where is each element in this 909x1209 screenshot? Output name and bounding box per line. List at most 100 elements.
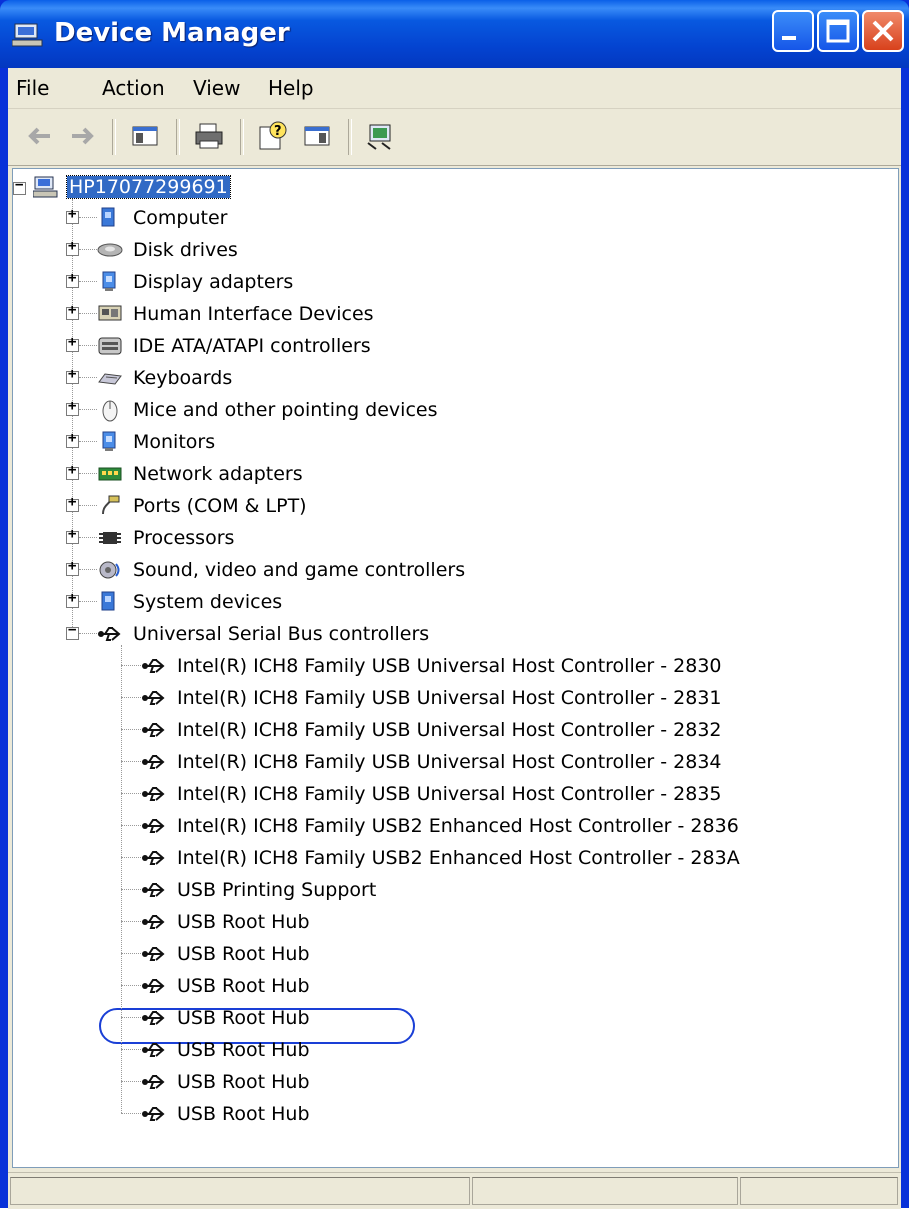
usb-device-item[interactable]: USB Root Hub: [141, 1035, 312, 1065]
menu-file[interactable]: File: [16, 76, 49, 100]
tree-line: [121, 889, 141, 890]
tree-category-processor[interactable]: Processors: [97, 523, 236, 553]
category-label: Network adapters: [133, 463, 303, 485]
tree-line: [121, 793, 141, 794]
usb-device-item[interactable]: USB Root Hub: [141, 1067, 312, 1097]
expand-toggle-system-device[interactable]: +: [66, 590, 79, 608]
toolbar: ?: [8, 109, 901, 166]
svg-text:?: ?: [274, 124, 282, 139]
tree-category-usb[interactable]: Universal Serial Bus controllers: [97, 619, 431, 649]
system-device-icon: [101, 591, 115, 611]
category-label: Processors: [133, 527, 235, 549]
device-label: USB Root Hub: [177, 1007, 310, 1029]
device-label: Intel(R) ICH8 Family USB Universal Host …: [177, 751, 722, 773]
toolbar-separator: [112, 119, 116, 155]
close-icon: [872, 20, 894, 42]
close-button[interactable]: [862, 10, 904, 52]
device-label: USB Root Hub: [177, 975, 310, 997]
category-label: Human Interface Devices: [133, 303, 374, 325]
tree-category-display-adapter[interactable]: Display adapters: [97, 267, 295, 297]
tree-category-ide-controller[interactable]: IDE ATA/ATAPI controllers: [97, 331, 373, 361]
usb-icon: [142, 723, 165, 737]
toolbar-separator: [240, 119, 244, 155]
expand-toggle-disk-drive[interactable]: +: [66, 238, 79, 256]
tree-line: [121, 645, 122, 1113]
expand-toggle-network-adapter[interactable]: +: [66, 462, 79, 480]
usb-device-item[interactable]: Intel(R) ICH8 Family USB Universal Host …: [141, 747, 724, 777]
menu-view[interactable]: View: [193, 76, 240, 100]
expand-toggle-computer[interactable]: +: [66, 206, 79, 224]
device-label: USB Root Hub: [177, 1103, 310, 1125]
tree-category-keyboard[interactable]: Keyboards: [97, 363, 234, 393]
category-label: System devices: [133, 591, 283, 613]
tree-line: [79, 537, 97, 538]
tree-category-disk-drive[interactable]: Disk drives: [97, 235, 240, 265]
device-label: USB Root Hub: [177, 1039, 310, 1061]
menu-action[interactable]: Action: [102, 76, 165, 100]
tree-category-system-device[interactable]: System devices: [97, 587, 284, 617]
print-icon[interactable]: [192, 119, 226, 153]
port-icon: [102, 495, 120, 515]
title-bar[interactable]: Device Manager: [0, 0, 909, 68]
tree-category-network-adapter[interactable]: Network adapters: [97, 459, 305, 489]
usb-device-item[interactable]: Intel(R) ICH8 Family USB Universal Host …: [141, 715, 724, 745]
usb-device-item[interactable]: USB Root Hub: [141, 1099, 312, 1129]
device-tree-pane[interactable]: − HP17077299691 + Computer + Disk drives + Di…: [12, 168, 899, 1168]
show-hide-console-tree-icon[interactable]: [128, 119, 162, 153]
usb-icon: [142, 755, 165, 769]
usb-device-item[interactable]: USB Root Hub: [141, 971, 312, 1001]
status-cell-tertiary: [740, 1177, 898, 1205]
tree-category-monitor[interactable]: Monitors: [97, 427, 217, 457]
forward-arrow-icon[interactable]: [66, 119, 100, 153]
device-label: USB Root Hub: [177, 943, 310, 965]
device-label: Intel(R) ICH8 Family USB2 Enhanced Host …: [177, 815, 739, 837]
expand-toggle-monitor[interactable]: +: [66, 430, 79, 448]
expand-toggle-port[interactable]: +: [66, 494, 79, 512]
category-label: Display adapters: [133, 271, 294, 293]
expand-toggle-display-adapter[interactable]: +: [66, 270, 79, 288]
properties-help-icon[interactable]: ?: [256, 119, 290, 153]
minimize-button[interactable]: [772, 10, 814, 52]
usb-icon: [142, 1107, 165, 1121]
tree-category-mouse[interactable]: Mice and other pointing devices: [97, 395, 439, 425]
usb-device-item[interactable]: Intel(R) ICH8 Family USB Universal Host …: [141, 651, 724, 681]
expand-toggle-sound[interactable]: +: [66, 558, 79, 576]
usb-icon: [142, 851, 165, 865]
menu-help[interactable]: Help: [268, 76, 314, 100]
tree-category-sound[interactable]: Sound, video and game controllers: [97, 555, 467, 585]
usb-device-item[interactable]: Intel(R) ICH8 Family USB2 Enhanced Host …: [141, 843, 742, 873]
status-cell-secondary: [472, 1177, 738, 1205]
usb-device-item[interactable]: USB Root Hub: [141, 907, 312, 937]
usb-device-item[interactable]: Intel(R) ICH8 Family USB2 Enhanced Host …: [141, 811, 741, 841]
show-hide-action-pane-icon[interactable]: [300, 119, 334, 153]
monitor-icon: [102, 431, 116, 451]
tree-root[interactable]: HP17077299691: [33, 172, 231, 202]
expand-toggle-ide-controller[interactable]: +: [66, 334, 79, 352]
tree-line: [79, 473, 97, 474]
expand-toggle-usb[interactable]: −: [66, 622, 79, 640]
device-label: USB Root Hub: [177, 911, 310, 933]
usb-device-item[interactable]: Intel(R) ICH8 Family USB Universal Host …: [141, 683, 724, 713]
usb-device-item[interactable]: Intel(R) ICH8 Family USB Universal Host …: [141, 779, 724, 809]
maximize-button[interactable]: [817, 10, 859, 52]
tree-category-hid[interactable]: Human Interface Devices: [97, 299, 376, 329]
expand-toggle-processor[interactable]: +: [66, 526, 79, 544]
tree-line: [121, 1017, 141, 1018]
expand-toggle-hid[interactable]: +: [66, 302, 79, 320]
tree-category-port[interactable]: Ports (COM & LPT): [97, 491, 309, 521]
expand-toggle-keyboard[interactable]: +: [66, 366, 79, 384]
usb-printing-support-item[interactable]: USB Printing Support: [141, 875, 378, 905]
device-label: USB Printing Support: [177, 879, 377, 901]
back-arrow-icon[interactable]: [22, 119, 56, 153]
tree-category-computer[interactable]: Computer: [97, 203, 229, 233]
category-label: Mice and other pointing devices: [133, 399, 438, 421]
scan-hardware-changes-icon[interactable]: [364, 119, 398, 153]
mouse-icon: [102, 400, 118, 422]
root-collapse-toggle[interactable]: −: [13, 177, 26, 195]
usb-device-item[interactable]: USB Root Hub: [141, 1003, 312, 1033]
expand-toggle-mouse[interactable]: +: [66, 398, 79, 416]
device-label: Intel(R) ICH8 Family USB Universal Host …: [177, 655, 722, 677]
usb-device-item[interactable]: USB Root Hub: [141, 939, 312, 969]
hid-icon: [98, 305, 122, 321]
device-label: Intel(R) ICH8 Family USB Universal Host …: [177, 687, 722, 709]
